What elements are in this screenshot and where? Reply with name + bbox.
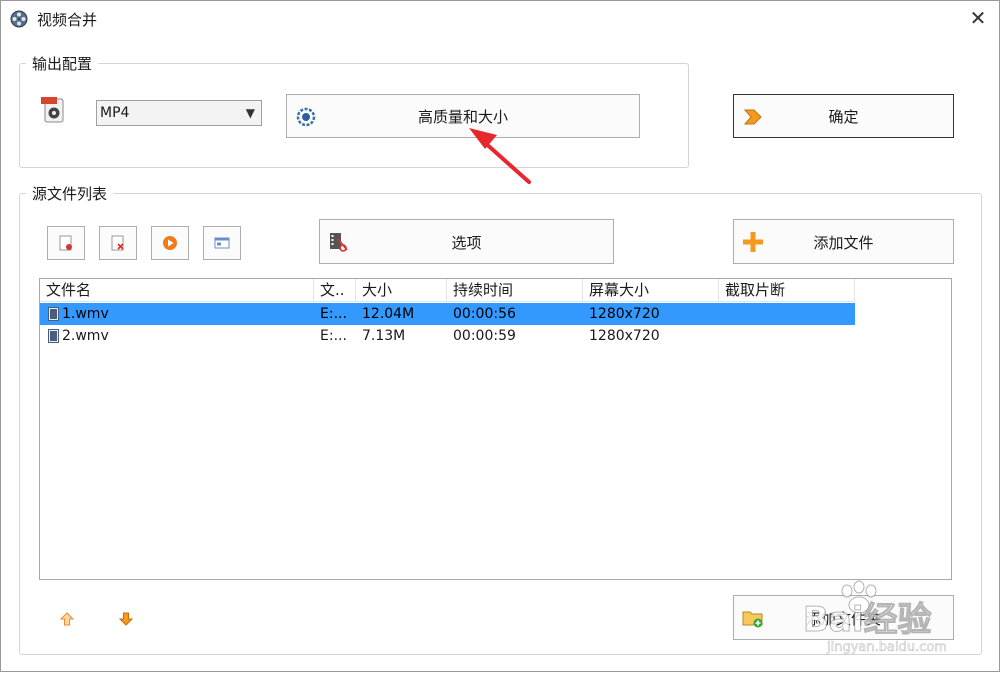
- table-row[interactable]: 2.wmv E:... 7.13M 00:00:59 1280x720: [40, 325, 855, 347]
- close-icon: ✕: [969, 6, 987, 30]
- ok-label: 确定: [828, 108, 859, 126]
- table-row[interactable]: 1.wmv E:... 12.04M 00:00:56 1280x720: [40, 303, 855, 325]
- column-header-resolution[interactable]: 屏幕大小: [583, 279, 719, 302]
- format-select-value: MP4: [100, 105, 130, 121]
- chevron-down-icon: ▼: [245, 106, 255, 120]
- column-header-filename[interactable]: 文件名: [40, 279, 314, 302]
- move-up-icon[interactable]: [59, 611, 75, 627]
- column-header-duration[interactable]: 持续时间: [447, 279, 583, 302]
- clear-list-button[interactable]: [47, 226, 85, 260]
- file-clip: [719, 303, 855, 325]
- close-button[interactable]: ✕: [963, 5, 993, 33]
- file-name: 2.wmv: [62, 328, 109, 344]
- play-button[interactable]: [151, 226, 189, 260]
- file-name: 1.wmv: [62, 306, 109, 322]
- format-select[interactable]: MP4 ▼: [96, 100, 262, 126]
- file-directory: E:...: [320, 328, 347, 344]
- properties-button[interactable]: [203, 226, 241, 260]
- file-size: 7.13M: [362, 328, 406, 344]
- file-size: 12.04M: [362, 306, 415, 322]
- film-reel-icon: [10, 10, 28, 28]
- ok-button[interactable]: 确定: [733, 94, 954, 138]
- remove-file-icon: [111, 235, 124, 251]
- clear-list-icon: [59, 235, 72, 251]
- file-directory: E:...: [320, 306, 347, 322]
- source-file-list-legend: 源文件列表: [32, 185, 108, 203]
- column-header-directory[interactable]: 文..: [314, 279, 356, 302]
- video-merge-dialog: 视频合并 ✕ 输出配置 MP4 ▼ 高质量和大小 确定 源文件列表 选项 添加文…: [0, 0, 1000, 672]
- add-folder-button[interactable]: 添加文件夹: [733, 595, 954, 640]
- add-file-button[interactable]: 添加文件: [733, 219, 954, 264]
- title-bar: 视频合并 ✕: [1, 1, 999, 37]
- remove-file-button[interactable]: [99, 226, 137, 260]
- column-header-size[interactable]: 大小: [356, 279, 447, 302]
- options-button[interactable]: 选项: [319, 219, 614, 264]
- play-icon: [163, 236, 177, 250]
- file-clip: [719, 325, 855, 347]
- properties-icon: [214, 237, 230, 249]
- quality-size-button[interactable]: 高质量和大小: [286, 94, 640, 138]
- options-label: 选项: [451, 234, 482, 252]
- quality-size-label: 高质量和大小: [417, 108, 508, 126]
- file-duration: 00:00:56: [453, 306, 516, 322]
- file-list-header: 文件名 文.. 大小 持续时间 屏幕大小 截取片断: [40, 279, 855, 302]
- output-config-legend: 输出配置: [32, 55, 93, 73]
- window-title: 视频合并: [37, 11, 98, 29]
- add-file-label: 添加文件: [813, 234, 874, 252]
- file-resolution: 1280x720: [589, 306, 660, 322]
- add-folder-label: 添加文件夹: [805, 610, 881, 628]
- file-resolution: 1280x720: [589, 328, 660, 344]
- source-file-list[interactable]: 文件名 文.. 大小 持续时间 屏幕大小 截取片断 1.wmv E:... 12…: [39, 278, 952, 580]
- move-down-icon[interactable]: [118, 611, 134, 627]
- column-header-clip[interactable]: 截取片断: [719, 279, 855, 302]
- mp4-format-icon: [41, 97, 64, 123]
- file-duration: 00:00:59: [453, 328, 516, 344]
